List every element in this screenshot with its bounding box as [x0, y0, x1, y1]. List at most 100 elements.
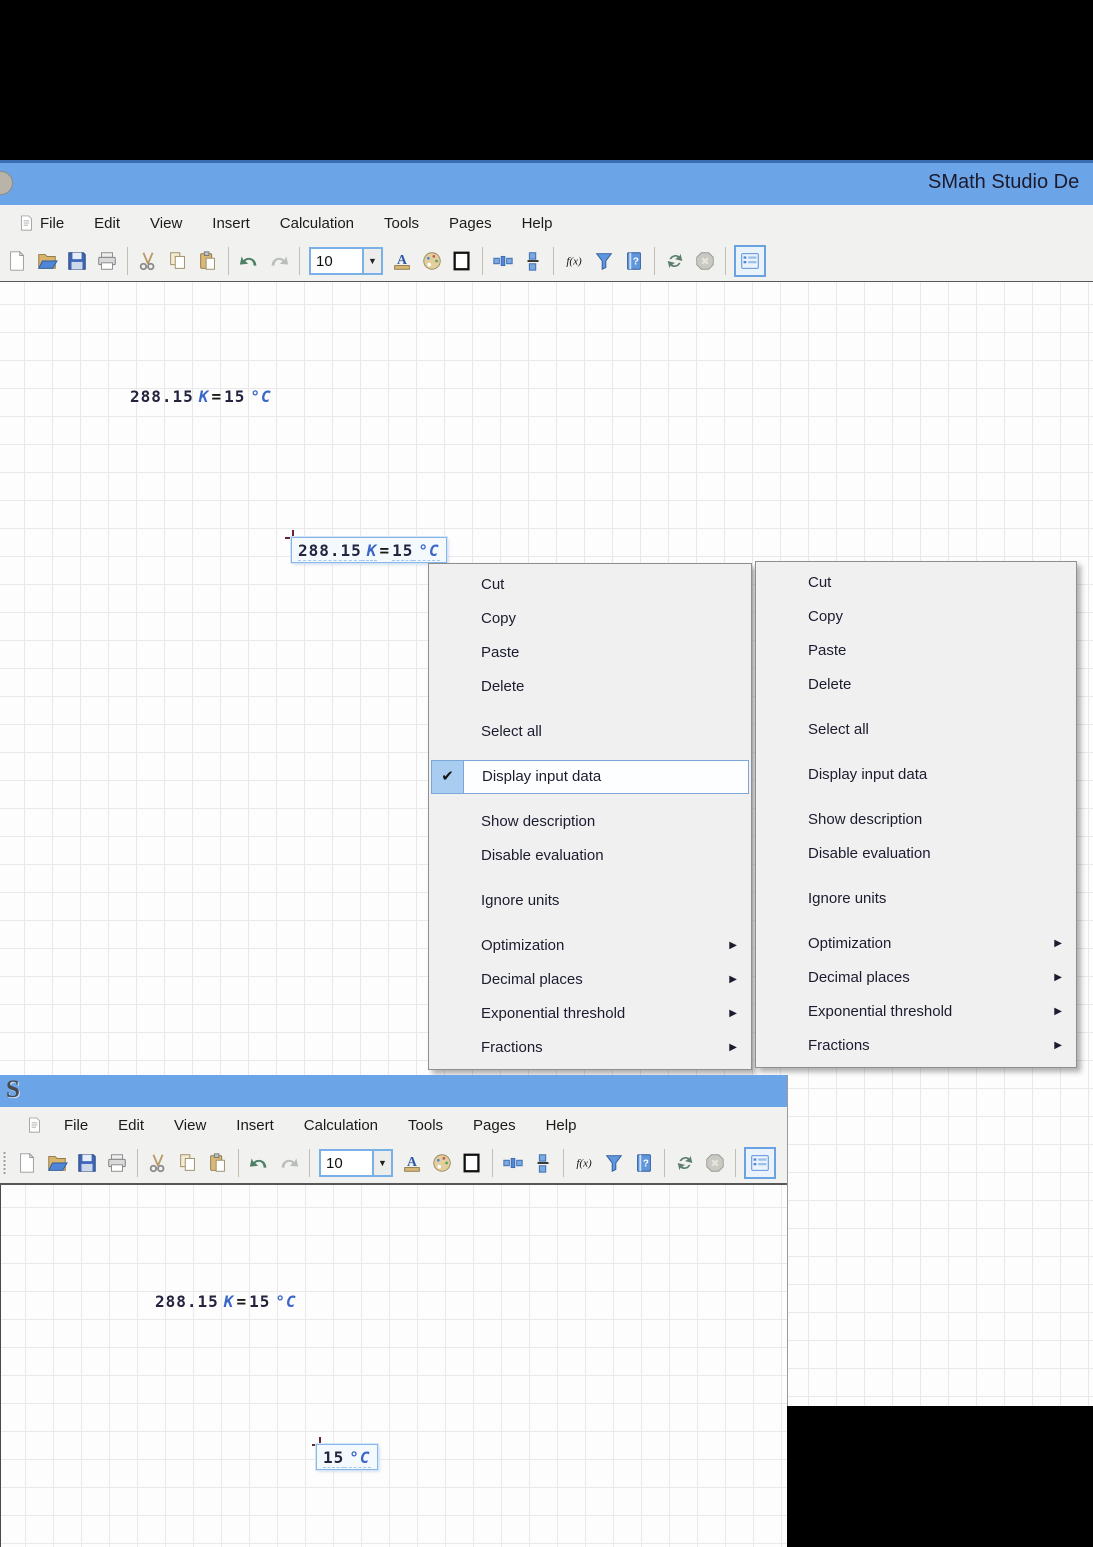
refresh-icon[interactable] [662, 248, 688, 274]
menu-item-display-input-data[interactable]: Display input data [758, 758, 1074, 792]
font-size-dropdown-arrow-icon[interactable]: ▼ [372, 1149, 393, 1177]
fontcolor-icon[interactable]: A [399, 1150, 425, 1176]
toolbar-separator [127, 247, 128, 275]
menu-pages[interactable]: Pages [449, 215, 492, 232]
open-icon[interactable] [44, 1150, 70, 1176]
menu-item-ignore-units[interactable]: Ignore units [431, 884, 749, 918]
panel-icon[interactable] [734, 245, 766, 277]
stop-icon[interactable] [692, 248, 718, 274]
copy-icon[interactable] [175, 1150, 201, 1176]
menu-item-delete[interactable]: Delete [431, 670, 749, 704]
border-icon[interactable] [449, 248, 475, 274]
menu-item-disable-evaluation[interactable]: Disable evaluation [431, 839, 749, 873]
menu-item-cut[interactable]: Cut [758, 566, 1074, 600]
menu-item-paste[interactable]: Paste [431, 636, 749, 670]
submenu-arrow-icon: ▶ [729, 1008, 737, 1019]
new-icon[interactable] [14, 1150, 40, 1176]
menu-view[interactable]: View [174, 1117, 206, 1134]
menu-item-disable-evaluation[interactable]: Disable evaluation [758, 837, 1074, 871]
menu-insert[interactable]: Insert [236, 1117, 274, 1134]
menu-item-exponential-threshold[interactable]: Exponential threshold ▶ [758, 995, 1074, 1029]
menu-item-show-description[interactable]: Show description [431, 805, 749, 839]
cut-icon[interactable] [135, 248, 161, 274]
menu-item-display-input-data[interactable]: ✔ Display input data [431, 760, 749, 794]
save-icon[interactable] [74, 1150, 100, 1176]
menu-help[interactable]: Help [522, 215, 553, 232]
print-icon[interactable] [104, 1150, 130, 1176]
helpbook-icon[interactable]: ? [621, 248, 647, 274]
font-size-input[interactable]: 10 [309, 247, 362, 275]
selected-expression-15C[interactable]: 15 °C [316, 1444, 378, 1470]
cut-icon[interactable] [145, 1150, 171, 1176]
menu-tools[interactable]: Tools [384, 215, 419, 232]
menu-insert[interactable]: Insert [212, 215, 250, 232]
funnel-icon[interactable] [591, 248, 617, 274]
menu-item-paste[interactable]: Paste [758, 634, 1074, 668]
paste-icon[interactable] [205, 1150, 231, 1176]
panel-icon[interactable] [744, 1147, 776, 1179]
window2-worksheet-canvas[interactable] [0, 1185, 787, 1547]
font-size-combobox[interactable]: 10 ▼ [319, 1149, 393, 1177]
menu-edit[interactable]: Edit [94, 215, 120, 232]
menu-item-copy[interactable]: Copy [431, 602, 749, 636]
menu-file[interactable]: File [40, 215, 64, 232]
menu-help[interactable]: Help [546, 1117, 577, 1134]
redo-icon[interactable] [276, 1150, 302, 1176]
window2-titlebar[interactable]: S [0, 1075, 787, 1107]
menu-item-decimal-places[interactable]: Decimal places ▶ [758, 961, 1074, 995]
stop-icon[interactable] [702, 1150, 728, 1176]
menu-item-fractions[interactable]: Fractions ▶ [431, 1031, 749, 1065]
font-size-input[interactable]: 10 [319, 1149, 372, 1177]
undo-icon[interactable] [236, 248, 262, 274]
menu-item-select-all[interactable]: Select all [758, 713, 1074, 747]
open-icon[interactable] [34, 248, 60, 274]
border-icon[interactable] [459, 1150, 485, 1176]
font-size-combobox[interactable]: 10 ▼ [309, 247, 383, 275]
menu-view[interactable]: View [150, 215, 182, 232]
redo-icon[interactable] [266, 248, 292, 274]
fx-icon[interactable]: f(x) [561, 248, 587, 274]
print-icon[interactable] [94, 248, 120, 274]
helpbook-icon[interactable]: ? [631, 1150, 657, 1176]
menu-item-delete[interactable]: Delete [758, 668, 1074, 702]
menu-calculation[interactable]: Calculation [280, 215, 354, 232]
menu-item-show-description[interactable]: Show description [758, 803, 1074, 837]
save-icon[interactable] [64, 248, 90, 274]
menu-pages[interactable]: Pages [473, 1117, 516, 1134]
fontcolor-icon[interactable]: A [389, 248, 415, 274]
toolbar-grip[interactable] [3, 1151, 6, 1175]
palette-icon[interactable] [429, 1150, 455, 1176]
window1-titlebar[interactable]: SMath Studio De [0, 160, 1093, 205]
paste-icon[interactable] [195, 248, 221, 274]
undo-icon[interactable] [246, 1150, 272, 1176]
units-icon[interactable] [500, 1150, 526, 1176]
window1-toolbar: 10 ▼ Af(x)? [0, 241, 1093, 283]
funnel-icon[interactable] [601, 1150, 627, 1176]
menu-item-optimization[interactable]: Optimization ▶ [758, 927, 1074, 961]
palette-icon[interactable] [419, 248, 445, 274]
refresh-icon[interactable] [672, 1150, 698, 1176]
menu-item-fractions[interactable]: Fractions ▶ [758, 1029, 1074, 1063]
menu-item-ignore-units[interactable]: Ignore units [758, 882, 1074, 916]
fraction-icon[interactable] [520, 248, 546, 274]
menu-file[interactable]: File [64, 1117, 88, 1134]
font-size-dropdown-arrow-icon[interactable]: ▼ [362, 247, 383, 275]
units-icon[interactable] [490, 248, 516, 274]
menu-item-copy[interactable]: Copy [758, 600, 1074, 634]
menu-item-optimization[interactable]: Optimization ▶ [431, 929, 749, 963]
menu-item-exponential-threshold[interactable]: Exponential threshold ▶ [431, 997, 749, 1031]
new-icon[interactable] [4, 248, 30, 274]
copy-icon[interactable] [165, 248, 191, 274]
menu-tools[interactable]: Tools [408, 1117, 443, 1134]
selected-expression-288-15K[interactable]: 288.15 K = 15 °C [291, 537, 447, 563]
expression-288-15K[interactable]: 288.15 K = 15 °C [130, 387, 272, 406]
menu-item-select-all[interactable]: Select all [431, 715, 749, 749]
fraction-icon[interactable] [530, 1150, 556, 1176]
black-region-bottom-right [787, 1406, 1093, 1547]
menu-item-decimal-places[interactable]: Decimal places ▶ [431, 963, 749, 997]
menu-edit[interactable]: Edit [118, 1117, 144, 1134]
expression-288-15K-window2[interactable]: 288.15 K = 15 °C [155, 1292, 297, 1311]
menu-item-cut[interactable]: Cut [431, 568, 749, 602]
fx-icon[interactable]: f(x) [571, 1150, 597, 1176]
menu-calculation[interactable]: Calculation [304, 1117, 378, 1134]
